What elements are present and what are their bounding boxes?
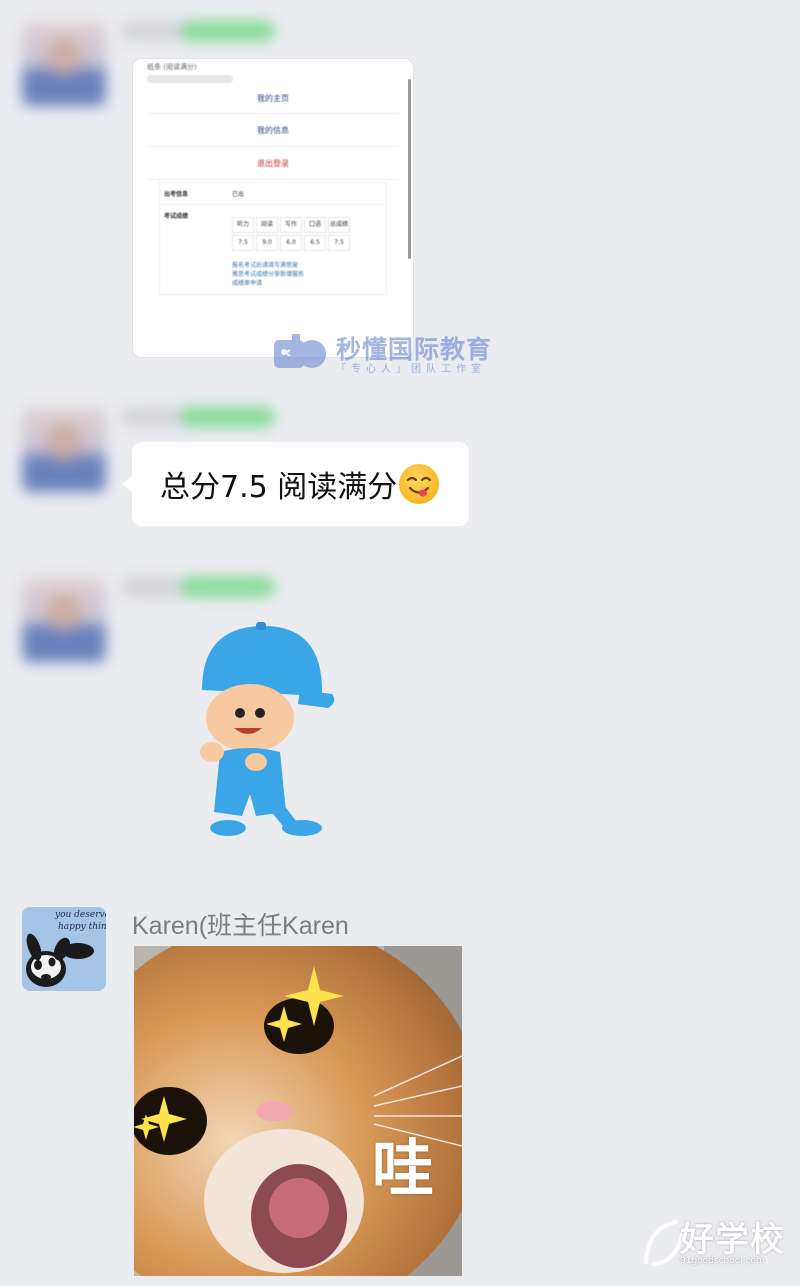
screenshot-header: 纸条 (阅读满分) xyxy=(147,63,197,71)
sender-avatar[interactable] xyxy=(22,22,106,106)
sender-avatar[interactable] xyxy=(22,408,106,492)
dog-icon xyxy=(26,933,94,987)
sticker-caption: 哇 xyxy=(372,1132,435,1205)
goodschool-url: 91goodschool.com xyxy=(680,1256,765,1266)
sender-name-blurred xyxy=(120,406,275,428)
sender-name-blurred xyxy=(120,20,275,42)
screenshot-pill xyxy=(147,75,233,83)
scrollbar xyxy=(408,79,411,259)
cat-sticker[interactable] xyxy=(134,946,462,1276)
text-message-bubble[interactable]: 总分7.5 阅读满分 xyxy=(121,442,470,526)
watermark-logo-icon xyxy=(274,334,326,368)
message-text: 总分7.5 阅读满分 xyxy=(160,470,398,505)
menu-row: 我的主页 xyxy=(147,83,399,114)
score-table: 出考信息 已出 考试成绩 听力 阅读 写作 口语 总成绩 7.5 9.0 6.0… xyxy=(159,182,387,295)
sender-avatar[interactable] xyxy=(22,578,106,662)
sender-name: Karen(班主任Karen xyxy=(132,912,349,940)
menu-row: 退出登录 xyxy=(147,147,399,180)
watermark-subtitle: 「专心人」团队工作室 xyxy=(336,364,486,375)
watermark: 秒懂国际教育 「专心人」团队工作室 xyxy=(272,330,532,376)
goodschool-logo-text: 好学校 xyxy=(680,1220,785,1260)
karen-avatar[interactable]: you deserve happy things xyxy=(22,907,106,991)
pocoyo-sticker[interactable] xyxy=(190,620,340,845)
yum-emoji-icon xyxy=(399,464,440,504)
menu-row: 我的信息 xyxy=(147,114,399,147)
image-message-screenshot[interactable]: 纸条 (阅读满分) 我的主页 我的信息 退出登录 出考信息 已出 考试成绩 听力… xyxy=(132,58,414,358)
sender-name-blurred xyxy=(120,576,275,598)
